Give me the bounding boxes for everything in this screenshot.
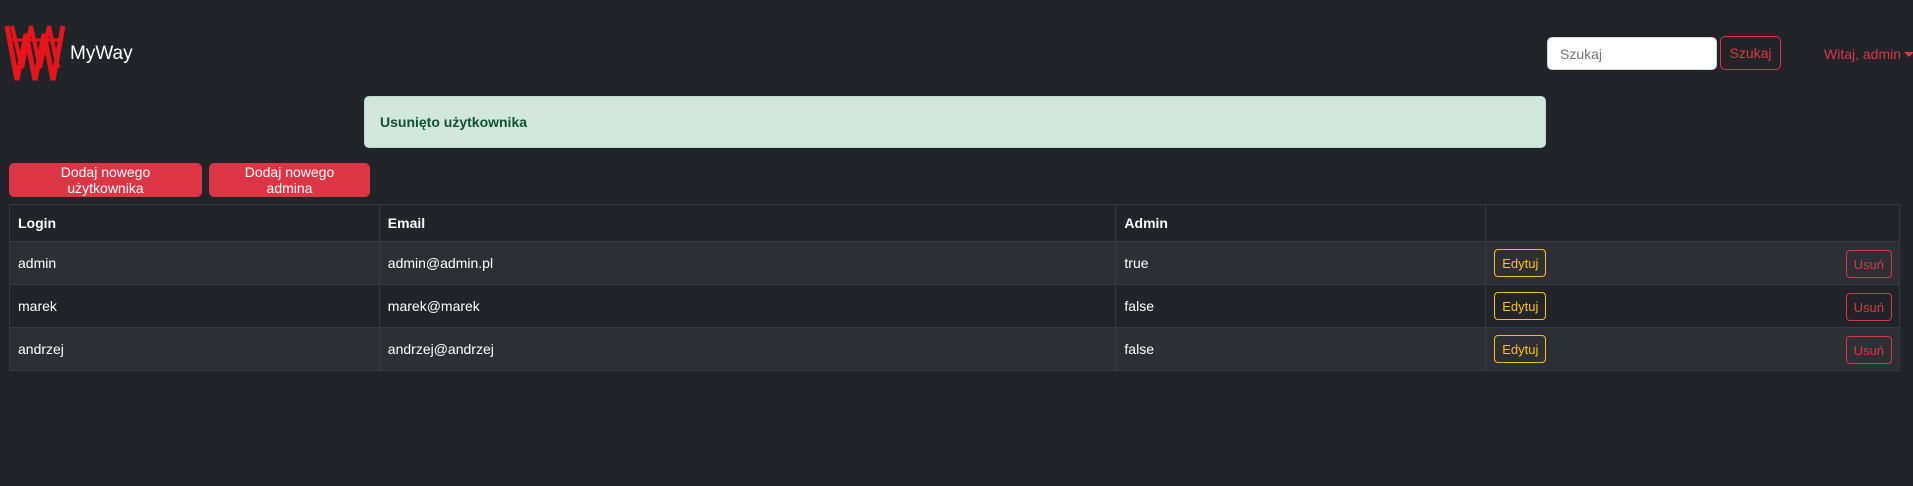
cell-actions: Edytuj Usuń xyxy=(1485,241,1900,285)
cell-admin: true xyxy=(1115,241,1487,285)
alert-message: Usunięto użytkownika xyxy=(380,114,528,130)
edit-button[interactable]: Edytuj xyxy=(1494,292,1547,320)
user-menu-label: Witaj, admin xyxy=(1824,46,1902,62)
navbar: MyWay Szukaj Witaj, admin xyxy=(0,0,1913,96)
edit-button[interactable]: Edytuj xyxy=(1494,335,1547,363)
cell-email: admin@admin.pl xyxy=(378,241,1117,285)
brand-name[interactable]: MyWay xyxy=(70,43,133,65)
column-header-admin: Admin xyxy=(1115,204,1487,242)
delete-button[interactable]: Usuń xyxy=(1845,250,1892,278)
edit-button[interactable]: Edytuj xyxy=(1494,249,1547,277)
cell-admin: false xyxy=(1115,327,1487,371)
table-header-row: Login Email Admin xyxy=(9,204,1900,242)
delete-button[interactable]: Usuń xyxy=(1845,293,1892,321)
cell-login: marek xyxy=(9,284,380,328)
column-header-login: Login xyxy=(9,204,380,242)
add-user-button[interactable]: Dodaj nowego użytkownika xyxy=(9,163,202,197)
caret-down-icon xyxy=(1904,52,1913,57)
cell-email: andrzej@andrzej xyxy=(378,327,1117,371)
search-input[interactable] xyxy=(1547,37,1717,70)
add-admin-button[interactable]: Dodaj nowego admina xyxy=(209,163,370,197)
column-header-email: Email xyxy=(378,204,1117,242)
cell-login: admin xyxy=(9,241,380,285)
cell-login: andrzej xyxy=(9,327,380,371)
cell-email: marek@marek xyxy=(378,284,1117,328)
success-alert: Usunięto użytkownika xyxy=(364,96,1546,148)
user-menu-dropdown[interactable]: Witaj, admin xyxy=(1824,46,1913,62)
table-row: marek marek@marek false Edytuj Usuń xyxy=(9,284,1900,328)
table-row: admin admin@admin.pl true Edytuj Usuń xyxy=(9,241,1900,285)
delete-button[interactable]: Usuń xyxy=(1845,336,1892,364)
cell-admin: false xyxy=(1115,284,1487,328)
logo-icon[interactable] xyxy=(4,20,66,84)
search-button[interactable]: Szukaj xyxy=(1720,36,1781,70)
cell-actions: Edytuj Usuń xyxy=(1485,327,1900,371)
column-header-actions xyxy=(1485,204,1900,242)
users-table: Login Email Admin admin admin@admin.pl t… xyxy=(9,204,1900,371)
table-row: andrzej andrzej@andrzej false Edytuj Usu… xyxy=(9,327,1900,371)
cell-actions: Edytuj Usuń xyxy=(1485,284,1900,328)
